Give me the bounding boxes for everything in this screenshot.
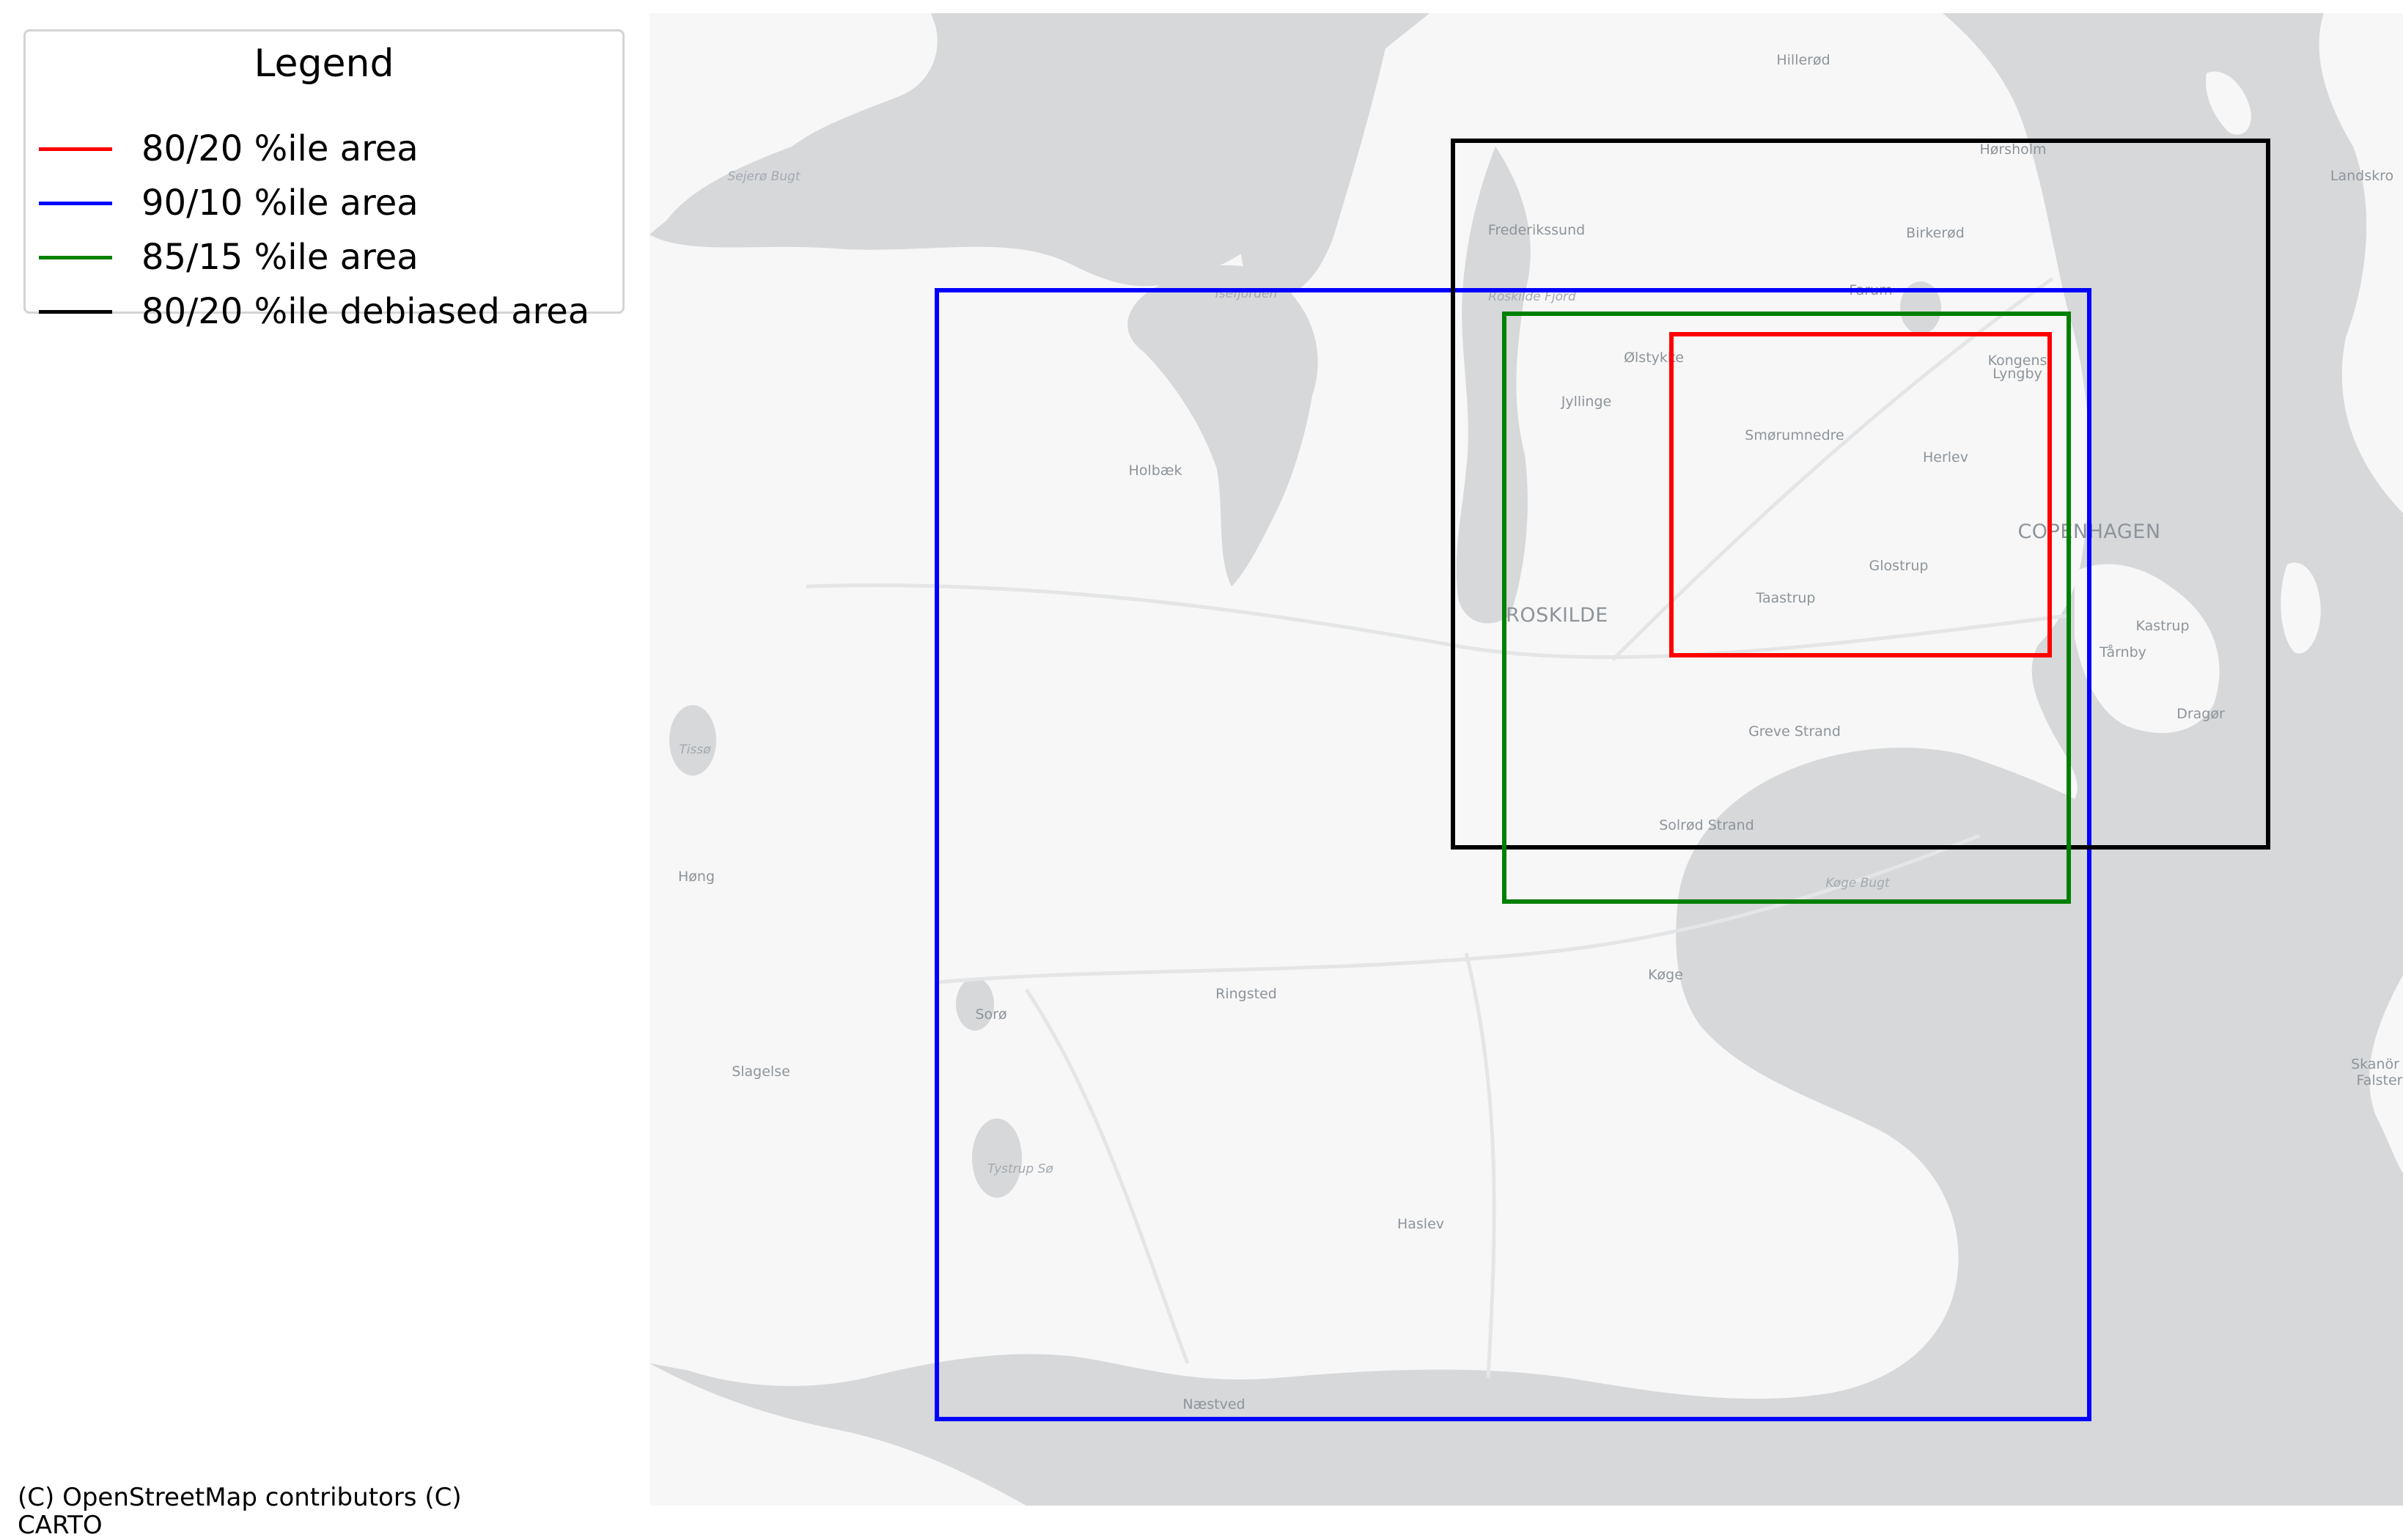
label-greve-strand: Greve Strand <box>1748 723 1841 740</box>
label-koge-bugt: Køge Bugt <box>1825 876 1891 891</box>
legend-swatch-85-15 <box>39 255 112 259</box>
label-sejero-bugt: Sejerø Bugt <box>727 169 801 184</box>
legend-swatch-90-10 <box>39 201 112 205</box>
lake-tisso <box>669 705 716 775</box>
legend-item-90-10: 90/10 %ile area <box>39 181 419 225</box>
label-landskrona: Landskro <box>2330 168 2393 184</box>
legend-item-80-20: 80/20 %ile area <box>39 127 419 171</box>
label-holbaek: Holbæk <box>1129 463 1182 479</box>
label-tarnby: Tårnby <box>2099 644 2146 660</box>
legend-label-85-15: 85/15 %ile area <box>141 237 419 278</box>
legend-swatch-80-20 <box>39 147 112 151</box>
label-kastrup: Kastrup <box>2135 618 2189 634</box>
label-tisso: Tissø <box>679 743 711 757</box>
legend-title: Legend <box>254 42 394 86</box>
label-soro: Sorø <box>975 1006 1007 1023</box>
label-olstykke: Ølstykke <box>1624 350 1684 366</box>
label-hong: Høng <box>678 869 715 885</box>
label-taastrup: Taastrup <box>1755 590 1815 606</box>
legend-item-85-15: 85/15 %ile area <box>39 235 419 279</box>
label-koge: Køge <box>1648 967 1683 983</box>
label-tystrup-so: Tystrup Sø <box>987 1162 1053 1176</box>
label-glostrup: Glostrup <box>1869 558 1929 574</box>
label-frederikssund: Frederikssund <box>1488 222 1585 238</box>
label-slagelse: Slagelse <box>732 1064 790 1080</box>
label-smorumnedre: Smørumnedre <box>1745 427 1844 443</box>
legend-label-90-10: 90/10 %ile area <box>141 183 419 224</box>
label-drager: Dragør <box>2176 706 2225 722</box>
legend-swatch-80-20-debiased <box>39 309 112 314</box>
label-haslev: Haslev <box>1397 1216 1444 1232</box>
label-horsholm: Hørsholm <box>1979 141 2046 158</box>
label-kongens-lyngby-2: Lyngby <box>1992 366 2042 382</box>
label-herlev: Herlev <box>1923 449 1968 465</box>
label-skanor-1: Skanör <box>2351 1056 2399 1072</box>
lake-soro <box>956 978 994 1031</box>
legend-label-80-20-debiased: 80/20 %ile debiased area <box>141 291 590 332</box>
legend-label-80-20: 80/20 %ile area <box>141 128 419 169</box>
label-jyllinge: Jyllinge <box>1561 394 1611 410</box>
legend: Legend 80/20 %ile area 90/10 %ile area 8… <box>23 29 625 332</box>
label-roskilde: ROSKILDE <box>1506 604 1608 627</box>
label-hillerod: Hillerød <box>1776 52 1830 68</box>
label-skanor-2: Falster <box>2357 1072 2403 1088</box>
label-ringsted: Ringsted <box>1215 986 1277 1002</box>
map-attribution: (C) OpenStreetMap contributors (C) CARTO <box>18 1483 462 1540</box>
legend-item-80-20-debiased: 80/20 %ile debiased area <box>39 290 589 334</box>
lake-tystrup <box>972 1119 1022 1198</box>
label-birkerod: Birkerød <box>1906 225 1965 241</box>
label-naestved: Næstved <box>1182 1396 1245 1412</box>
label-solrod-strand: Solrød Strand <box>1659 817 1754 833</box>
